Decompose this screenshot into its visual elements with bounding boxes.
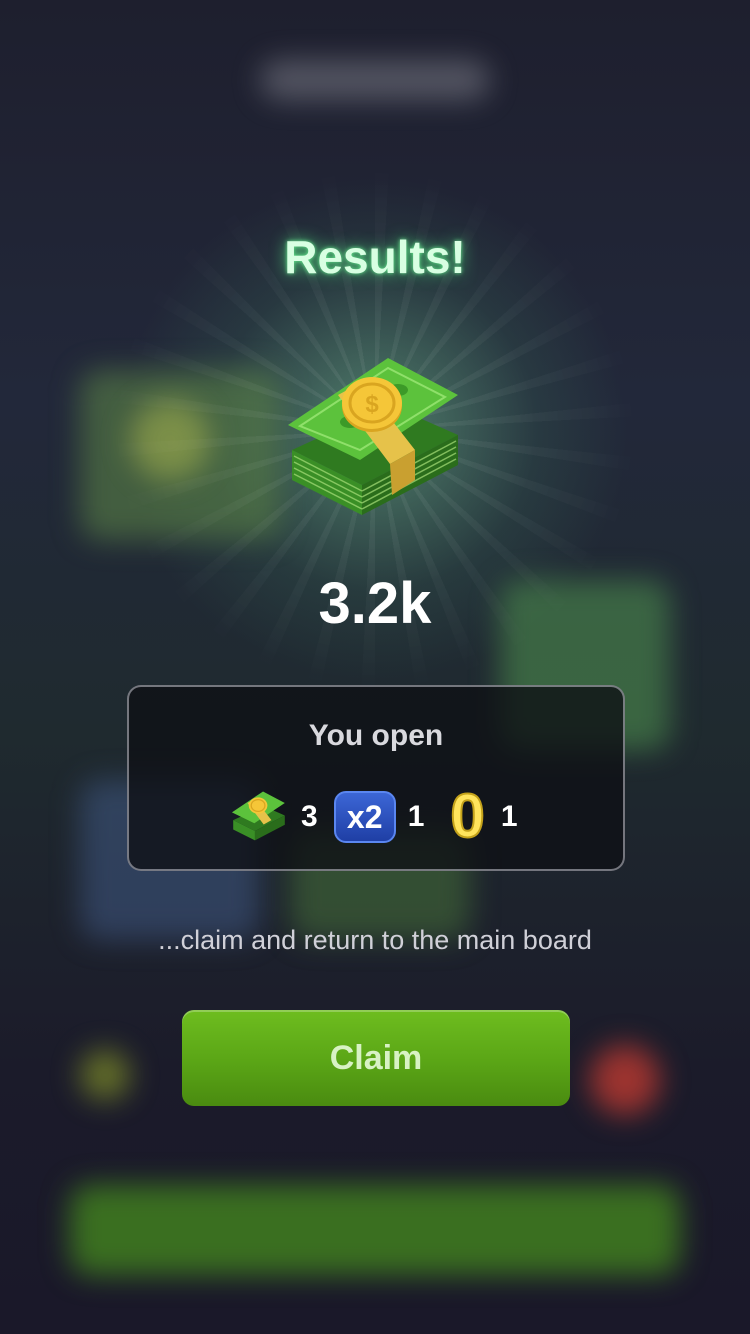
results-title: Results! <box>284 231 466 283</box>
item-count: 1 <box>407 800 425 833</box>
x2-multiplier-icon: x2 <box>333 791 396 843</box>
item-count: 3 <box>301 800 318 833</box>
zero-icon: 0 <box>449 782 486 851</box>
blurred-indicator <box>80 1050 130 1100</box>
opened-item-money: 3 <box>229 789 318 845</box>
opened-item-multiplier: x2 1 <box>333 791 425 843</box>
panel-title: You open <box>308 719 444 752</box>
blurred-bottom-button <box>70 1185 680 1275</box>
reward-amount: 3.2k <box>318 571 432 636</box>
claim-button[interactable]: Claim <box>182 1010 570 1106</box>
opened-items-panel: You open 3 x2 1 0 1 <box>127 685 625 871</box>
opened-items-list: 3 x2 1 0 1 <box>229 782 534 851</box>
money-stack-icon <box>231 791 285 841</box>
blurred-header <box>260 60 490 100</box>
money-stack-icon: $ <box>288 358 458 515</box>
svg-text:$: $ <box>365 391 379 418</box>
blurred-indicator <box>590 1045 660 1115</box>
opened-item-zero: 0 1 <box>440 782 518 851</box>
item-count: 1 <box>500 800 518 833</box>
claim-hint: ...claim and return to the main board <box>158 925 592 955</box>
